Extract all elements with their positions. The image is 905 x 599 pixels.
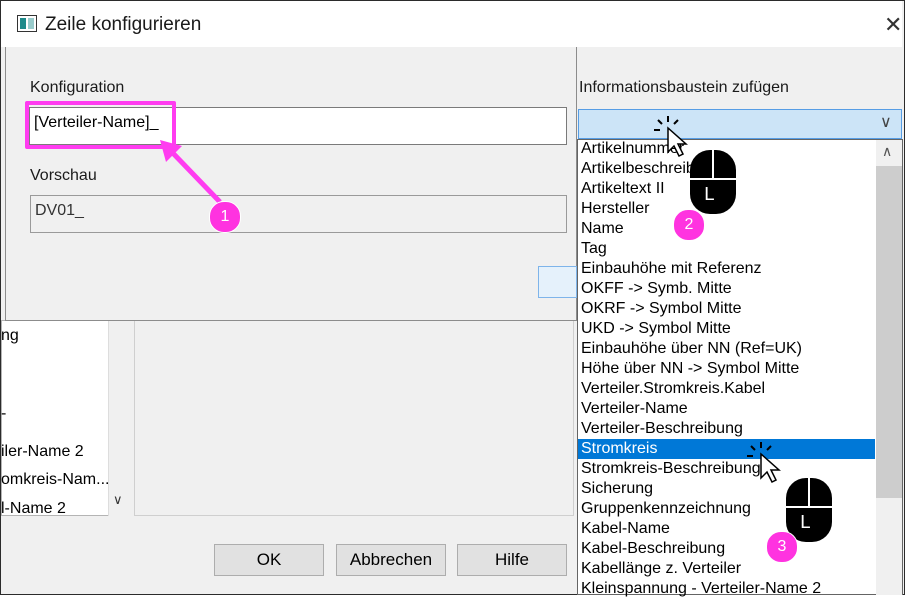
dropdown-item[interactable]: Kabel-Beschreibung bbox=[578, 539, 875, 559]
insert-button[interactable] bbox=[538, 266, 577, 298]
dropdown-item[interactable]: Verteiler-Name bbox=[578, 399, 875, 419]
cursor-click-icon bbox=[654, 116, 688, 158]
dropdown-item[interactable]: Tag bbox=[578, 239, 875, 259]
background-list-scrollbar[interactable] bbox=[108, 320, 135, 516]
info-block-combobox[interactable] bbox=[578, 109, 902, 139]
dropdown-scroll-thumb[interactable] bbox=[876, 166, 902, 498]
mouse-icon: L bbox=[786, 478, 832, 542]
chevron-down-icon[interactable]: ∨ bbox=[113, 492, 123, 508]
dropdown-item[interactable]: Höhe über NN -> Symbol Mitte bbox=[578, 359, 875, 379]
step-badge-1: 1 bbox=[209, 201, 241, 233]
step-badge-2: 2 bbox=[673, 209, 705, 241]
ok-button[interactable]: OK bbox=[214, 544, 324, 576]
help-button[interactable]: Hilfe bbox=[457, 544, 567, 576]
dropdown-item[interactable]: OKFF -> Symb. Mitte bbox=[578, 279, 875, 299]
background-list-item: iler-Name 2 bbox=[1, 443, 84, 460]
mouse-icon: L bbox=[690, 150, 736, 214]
preview-label: Vorschau bbox=[30, 167, 97, 184]
cancel-button[interactable]: Abbrechen bbox=[336, 544, 446, 576]
dropdown-item[interactable]: UKD -> Symbol Mitte bbox=[578, 319, 875, 339]
background-list-item: l-Name 2 bbox=[1, 500, 66, 516]
dropdown-item[interactable]: Name bbox=[578, 219, 875, 239]
step-badge-3: 3 bbox=[766, 531, 798, 563]
background-list-item: omkreis-Nam... bbox=[1, 471, 110, 488]
background-panel bbox=[134, 320, 574, 516]
dropdown-item[interactable]: Kabellänge z. Verteiler bbox=[578, 559, 875, 579]
dropdown-item[interactable]: Verteiler-Beschreibung bbox=[578, 419, 875, 439]
chevron-up-icon[interactable]: ∧ bbox=[882, 143, 892, 160]
dropdown-item[interactable]: Stromkreis bbox=[578, 439, 875, 459]
dropdown-item[interactable]: OKRF -> Symbol Mitte bbox=[578, 299, 875, 319]
background-list-item: ng bbox=[1, 327, 19, 344]
info-block-label: Informationsbaustein zufügen bbox=[579, 79, 789, 96]
cursor-click-icon bbox=[747, 442, 781, 484]
dropdown-item[interactable]: Einbauhöhe mit Referenz bbox=[578, 259, 875, 279]
preview-field: DV01_ bbox=[30, 195, 567, 233]
dropdown-item[interactable]: Verteiler.Stromkreis.Kabel bbox=[578, 379, 875, 399]
chevron-down-icon[interactable]: ∨ bbox=[880, 112, 892, 132]
dropdown-item[interactable]: Kleinspannung - Verteiler-Name 2 bbox=[578, 579, 875, 599]
close-icon[interactable]: ✕ bbox=[884, 12, 902, 38]
dropdown-item[interactable]: Stromkreis-Beschreibung bbox=[578, 459, 875, 479]
mouse-letter: L bbox=[704, 184, 715, 205]
config-label: Konfiguration bbox=[30, 79, 125, 96]
dropdown-item[interactable]: Einbauhöhe über NN (Ref=UK) bbox=[578, 339, 875, 359]
window-title: Zeile konfigurieren bbox=[45, 14, 202, 35]
background-list-item: - bbox=[1, 405, 7, 422]
app-icon bbox=[17, 15, 37, 32]
mouse-letter: L bbox=[800, 512, 811, 533]
